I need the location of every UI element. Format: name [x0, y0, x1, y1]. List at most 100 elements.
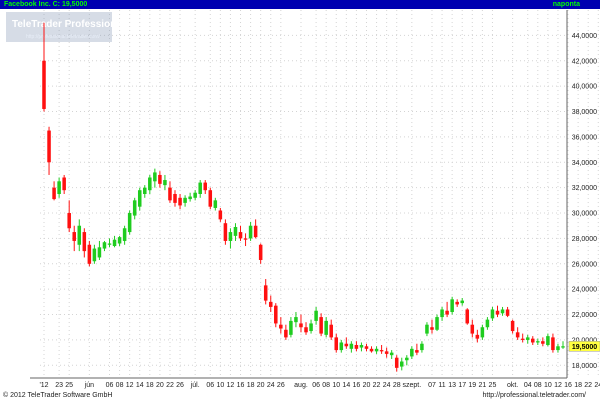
candle-body — [405, 357, 409, 361]
candle-body — [410, 348, 414, 357]
candle-body — [208, 190, 213, 207]
candle-body — [47, 130, 51, 163]
candle-body — [440, 309, 444, 318]
y-tick-label: 28,0000 — [572, 236, 597, 243]
candle-body — [132, 200, 137, 216]
x-tick-label: 21 — [478, 382, 486, 389]
x-tick-label: szept. — [402, 382, 421, 389]
copyright-text: © 2012 TeleTrader Software GmbH — [3, 392, 113, 399]
y-tick-label: 44,0000 — [572, 33, 597, 40]
axis-layer: 18,000020,000022,000024,000026,000028,00… — [30, 10, 600, 389]
candle-body — [102, 242, 107, 249]
candle-body — [510, 320, 515, 332]
candle-body — [203, 182, 208, 191]
candle-body — [551, 337, 555, 351]
candle-body — [556, 346, 560, 351]
candle-body — [299, 323, 303, 328]
candle-body — [173, 194, 177, 203]
x-tick-label: 20 — [257, 382, 265, 389]
x-tick-label: 28 — [393, 382, 401, 389]
candle-body — [561, 346, 565, 348]
x-tick-label: 14 — [342, 382, 350, 389]
x-tick-label: aug. — [294, 382, 308, 389]
candle-body — [319, 317, 323, 334]
candle-body — [309, 323, 313, 332]
candle-body — [168, 187, 172, 201]
candle-body — [223, 223, 228, 241]
y-tick-label: 38,0000 — [572, 109, 597, 116]
x-tick-label: 18 — [574, 382, 582, 389]
x-tick-label: okt. — [507, 382, 518, 389]
candle-body — [394, 357, 399, 368]
x-tick-label: 25 — [65, 382, 73, 389]
x-tick-label: 08 — [322, 382, 330, 389]
x-tick-label: 06 — [106, 382, 114, 389]
candle-body — [364, 346, 369, 349]
x-tick-label: 11 — [438, 382, 445, 389]
candle-body — [445, 310, 449, 315]
candle-body — [268, 301, 273, 307]
candle-body — [520, 338, 525, 340]
candle-body — [304, 327, 308, 333]
candle-body — [243, 238, 248, 240]
x-tick-label: 18 — [146, 382, 154, 389]
candle-body — [274, 305, 278, 324]
candle-body — [334, 337, 339, 351]
candle-body — [117, 237, 122, 244]
candle-body — [284, 329, 288, 338]
candle-body — [490, 309, 495, 319]
x-tick-label: '12 — [39, 382, 48, 389]
y-tick-label: 26,0000 — [572, 261, 597, 268]
candle-body — [470, 324, 475, 334]
x-tick-label: 16 — [564, 382, 572, 389]
candle-body — [193, 192, 197, 198]
x-tick-label: 16 — [353, 382, 361, 389]
candle-body — [163, 180, 167, 186]
x-tick-label: 12 — [227, 382, 235, 389]
candle-body — [450, 299, 454, 313]
candle-body — [546, 336, 550, 346]
candle-body — [314, 310, 318, 321]
candle-body — [213, 200, 218, 208]
x-tick-label: 12 — [126, 382, 134, 389]
candle-body — [248, 225, 253, 239]
candle-layer — [42, 22, 565, 372]
x-tick-label: 13 — [448, 382, 456, 389]
candle-body — [339, 342, 344, 351]
x-tick-label: 26 — [277, 382, 285, 389]
footer-bar: © 2012 TeleTrader Software GmbH http://p… — [0, 391, 600, 400]
candle-body — [415, 350, 419, 353]
footer-url: http://professional.teletrader.com/ — [482, 392, 587, 399]
candle-body — [354, 345, 359, 349]
x-tick-label: 08 — [116, 382, 124, 389]
candle-body — [238, 232, 243, 239]
candle-body — [420, 343, 424, 351]
candlestick-chart: TeleTrader Professional http://professio… — [6, 10, 600, 389]
symbol-label: Facebook Inc. C: 19,5000 — [4, 1, 88, 8]
candle-body — [525, 337, 530, 340]
last-price-label: 19,5000 — [572, 344, 597, 351]
x-tick-label: 10 — [544, 382, 552, 389]
candle-body — [122, 228, 127, 241]
candle-body — [153, 172, 157, 182]
x-tick-label: 16 — [237, 382, 245, 389]
candle-body — [289, 320, 293, 335]
candle-body — [389, 352, 394, 356]
candle-body — [158, 174, 162, 184]
y-tick-label: 34,0000 — [572, 160, 597, 167]
candle-body — [435, 317, 439, 330]
candle-body — [263, 285, 268, 301]
candle-body — [233, 226, 238, 236]
candle-body — [52, 187, 56, 200]
x-tick-label: 22 — [584, 382, 592, 389]
x-tick-label: 26 — [176, 382, 184, 389]
candle-body — [294, 317, 298, 323]
x-tick-label: 07 — [428, 382, 436, 389]
candle-body — [460, 300, 464, 304]
y-tick-label: 22,0000 — [572, 312, 597, 319]
candle-body — [480, 327, 485, 338]
candle-body — [72, 232, 76, 241]
candle-body — [148, 177, 152, 191]
candle-body — [465, 309, 470, 324]
candle-body — [349, 343, 354, 349]
